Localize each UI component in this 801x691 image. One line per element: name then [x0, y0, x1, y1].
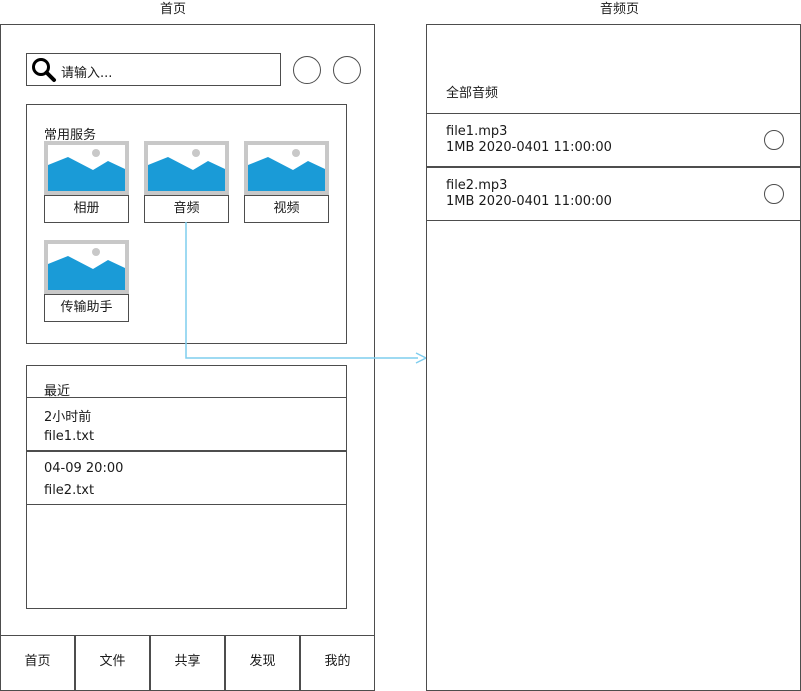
video-image-icon[interactable]: [244, 141, 329, 195]
select-radio[interactable]: [764, 130, 784, 150]
search-icon: [32, 58, 56, 82]
tab-discover[interactable]: 发现: [225, 635, 300, 691]
recent-item[interactable]: 04-09 20:00 file2.txt: [26, 452, 347, 504]
audio-file-meta: 1MB 2020-0401 11:00:00: [446, 194, 612, 209]
service-album-button[interactable]: 相册: [44, 195, 129, 223]
home-screen-title: 首页: [160, 2, 187, 17]
audio-screen-title: 音频页: [600, 2, 640, 17]
audio-file-item[interactable]: file1.mp3 1MB 2020-0401 11:00:00: [426, 114, 801, 166]
service-transfer-button[interactable]: 传输助手: [44, 294, 129, 322]
recent-item-time: 04-09 20:00: [44, 461, 124, 476]
tab-home[interactable]: 首页: [0, 635, 75, 691]
tab-mine[interactable]: 我的: [300, 635, 375, 691]
album-image-icon[interactable]: [44, 141, 129, 195]
tab-share[interactable]: 共享: [150, 635, 225, 691]
select-radio[interactable]: [764, 184, 784, 204]
service-audio-button[interactable]: 音频: [144, 195, 229, 223]
recent-item-file: file2.txt: [44, 483, 95, 498]
transfer-image-icon[interactable]: [44, 240, 129, 294]
audio-file-name: file2.mp3: [446, 178, 508, 193]
audio-file-name: file1.mp3: [446, 124, 508, 139]
audio-file-item[interactable]: file2.mp3 1MB 2020-0401 11:00:00: [426, 168, 801, 220]
audio-file-meta: 1MB 2020-0401 11:00:00: [446, 140, 612, 155]
divider: [426, 220, 801, 221]
tab-files[interactable]: 文件: [75, 635, 150, 691]
recent-item[interactable]: 2小时前 file1.txt: [26, 398, 347, 450]
search-input[interactable]: 请输入...: [26, 53, 281, 86]
divider: [26, 504, 347, 505]
service-video-button[interactable]: 视频: [244, 195, 329, 223]
header-circle-button-2[interactable]: [333, 56, 361, 84]
recent-item-file: file1.txt: [44, 429, 95, 444]
audio-list-header: 全部音频: [446, 86, 499, 101]
audio-image-icon[interactable]: [144, 141, 229, 195]
search-placeholder: 请输入...: [61, 66, 113, 81]
header-circle-button-1[interactable]: [293, 56, 321, 84]
recent-item-time: 2小时前: [44, 410, 92, 425]
